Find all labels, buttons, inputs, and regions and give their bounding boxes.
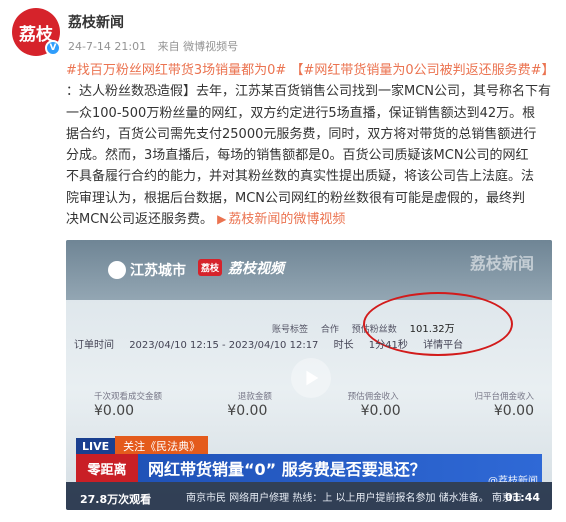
metric-label: 千次观看成交金额 [94,392,163,402]
logo-right-text: 荔枝视频 [228,261,285,277]
metrics-values: ¥0.00 ¥0.00 ¥0.00 ¥0.00 [94,403,534,419]
program-name: 零距离 [76,454,138,482]
post-line-1: #找百万粉丝网红带货3场销量都为0# 【#网红带货销量为0公司被判返还服务费#】 [66,60,558,81]
post-time[interactable]: 24-7-14 21:01 [68,40,146,53]
live-badge: LIVE [76,437,116,455]
order-time-value: 2023/04/10 12:15 - 2023/04/10 12:17 [129,340,319,351]
verified-badge-icon: V [45,40,61,56]
post-line-last: 决MCN公司返还服务费。 ▶ 荔枝新闻的微博视频 [66,209,558,230]
post-meta: 24-7-14 21:01 来自 微博视频号 [68,38,246,54]
metric-label: 预估佣金收入 [347,392,399,402]
post-line: 据合约，百货公司需先支付25000元服务费，同时，双方将对带货的总销售额进行 [66,126,537,142]
order-info-row: 订单时间 2023/04/10 12:15 - 2023/04/10 12:17… [74,336,475,351]
news-headline: 网红带货销量“0” 服务费是否要退还？ [148,460,426,479]
video-player[interactable]: 江苏城市 荔枝 荔枝视频 荔枝新闻 账号标签 合作 预估粉丝数 101.32万 订… [66,240,552,510]
hashtag-link-1[interactable]: #找百万粉丝网红带货3场销量都为0# [66,63,286,78]
video-duration: 01:44 [504,491,540,504]
verified-mark: V [49,43,57,53]
hashtag-link-2[interactable]: 【#网红带货销量为0公司被判返还服务费#】 [290,63,554,78]
channel-logo-icon [108,261,126,279]
metric-value: ¥0.00 [94,403,135,419]
live-bar: LIVE 关注《民法典》 [76,436,209,456]
post-line: 院审理认为，根据后台数据，MCN公司网红的粉丝数很有可能是虚假的，最终判 [66,190,526,206]
post-source: 来自 微博视频号 [157,40,239,53]
duration-value: 1分41秒 [368,340,408,351]
post-line: ：达人粉丝数恐造假】去年，江苏某百货销售公司找到一家MCN公司，其号称名下有 [66,84,552,100]
jiangsu-city-logo: 江苏城市 [108,260,186,280]
duration-label: 时长 [333,340,354,351]
metric-label: 归平台佣金收入 [474,392,534,402]
view-count: 27.8万次观看 [80,493,152,506]
play-button[interactable] [291,358,331,398]
metric-value: ¥0.00 [493,403,534,419]
attention-banner: 关注《民法典》 [115,436,209,456]
account-tag-label: 账号标签 [272,325,309,335]
logo-badge: 荔枝 [198,259,223,276]
logo-left-text: 江苏城市 [130,263,186,279]
post-line-end-text: 决MCN公司返还服务费。 [66,212,214,228]
video-source-link[interactable]: 荔枝新闻的微博视频 [228,212,345,227]
post-body: #找百万粉丝网红带货3场销量都为0# 【#网红带货销量为0公司被判返还服务费#】… [66,60,558,230]
details-platform: 详情平台 [423,340,464,351]
play-icon [306,370,319,386]
post-line: 不具备履行合约的能力，并对其粉丝数的真实性提出质疑，将该公司告上法庭。法 [66,169,535,185]
post-line: 一众100-500万粉丝量的网红，双方约定进行5场直播，保证销售额达到42万。根 [66,105,536,121]
metric-label: 退款金额 [237,392,272,402]
lizhi-video-logo: 荔枝 荔枝视频 [198,258,284,278]
news-headline-bar: 零距离 网红带货销量“0” 服务费是否要退还？ [76,454,542,482]
metric-value: ¥0.00 [360,403,401,419]
video-link-icon: ▶ [217,212,227,227]
metric-value: ¥0.00 [227,403,268,419]
order-time-label: 订单时间 [74,340,114,351]
account-tag-value: 合作 [320,325,339,335]
post-line: 分成。然而，3场直播后，每场的销售额都是0。百货公司质疑该MCN公司的网红 [66,148,529,164]
author-name[interactable]: 荔枝新闻 [68,12,124,32]
video-watermark: 荔枝新闻 [469,254,534,273]
